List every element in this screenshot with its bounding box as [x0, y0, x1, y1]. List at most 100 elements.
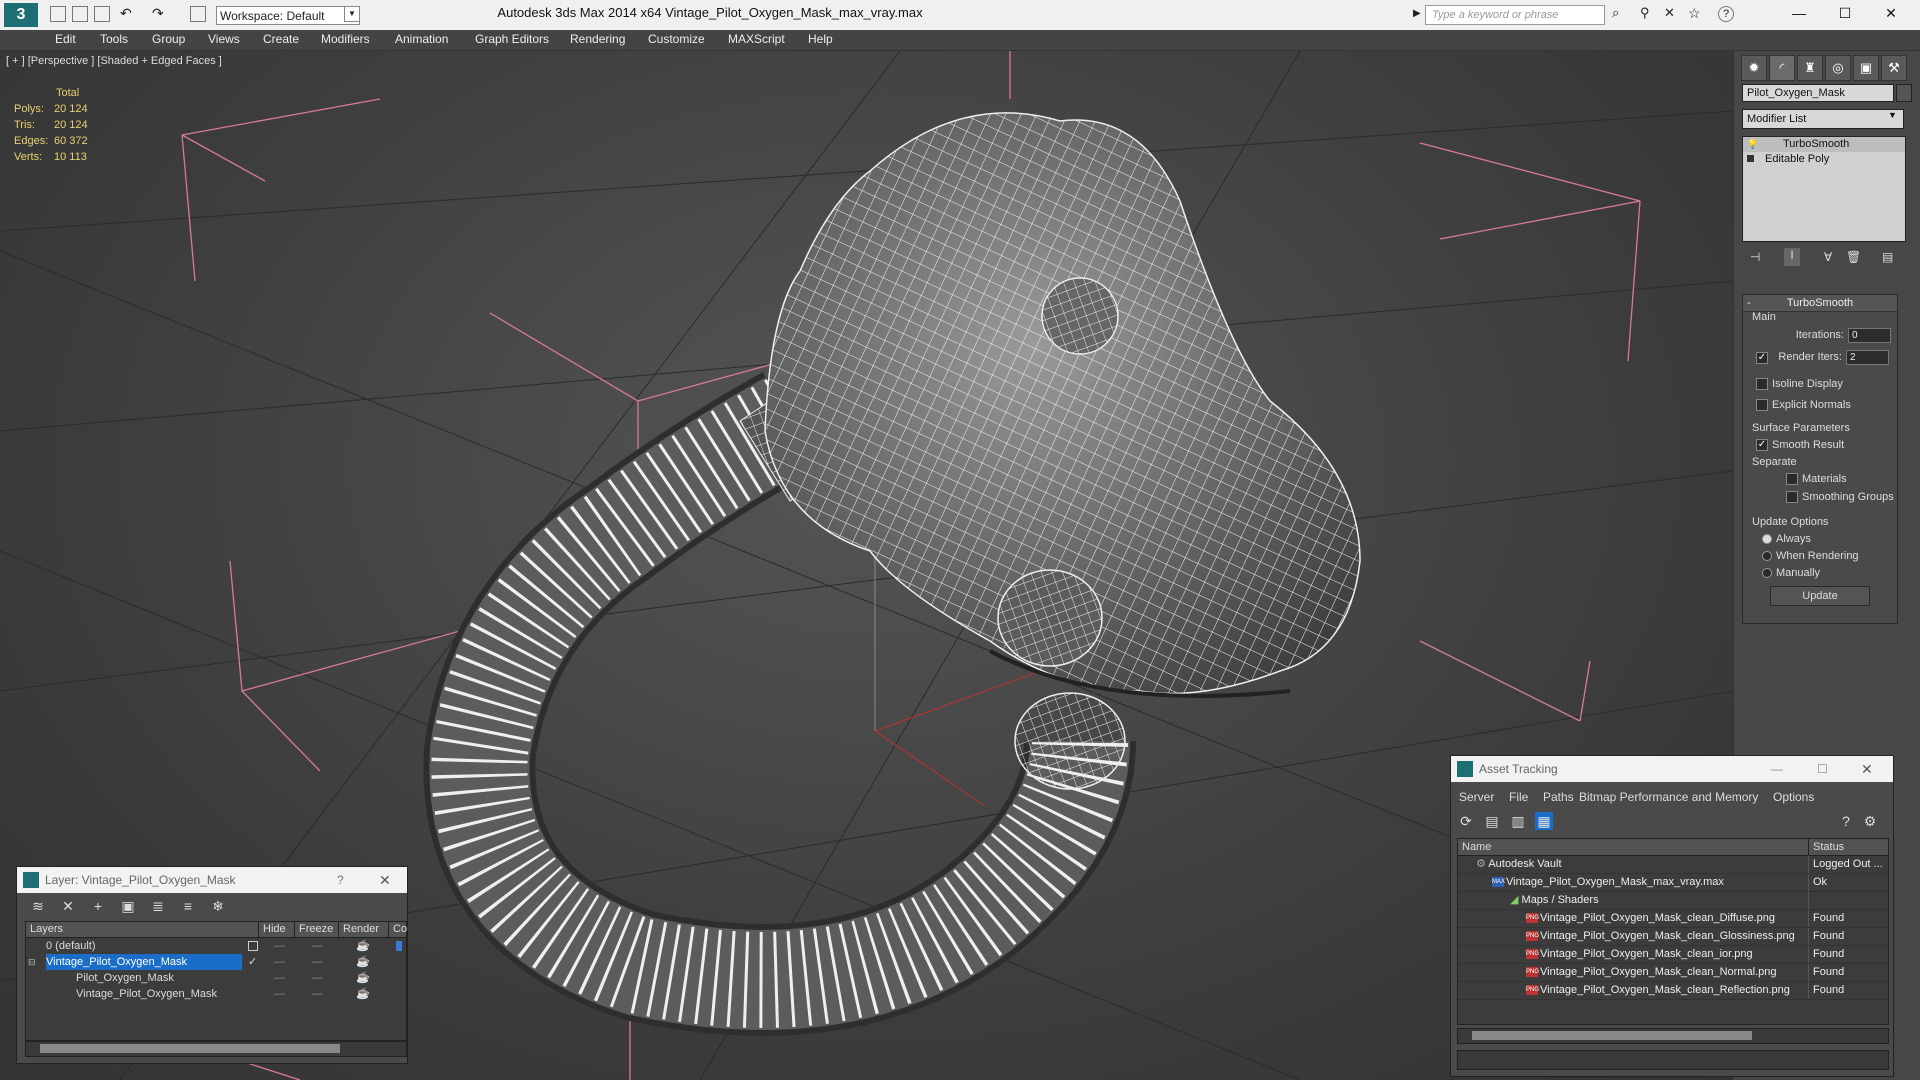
create-layer-icon[interactable]: ≋ [29, 897, 47, 915]
current-layer-icon[interactable] [248, 941, 258, 951]
col-color[interactable]: Co [388, 922, 407, 937]
smoothing-groups-checkbox[interactable]: Smoothing Groups [1786, 491, 1894, 504]
modifier-list-dropdown[interactable]: Modifier List [1742, 109, 1904, 129]
configure-modifier-sets-icon[interactable]: ▤ [1882, 250, 1893, 264]
menu-create[interactable]: Create [263, 32, 299, 46]
smooth-result-checkbox[interactable]: ✓ Smooth Result [1756, 439, 1844, 452]
refresh-icon[interactable]: ⟳ [1457, 812, 1475, 830]
highlight-selected-layer-icon[interactable]: ≣ [149, 897, 167, 915]
asset-row[interactable]: ⚙ Autodesk Vault Logged Out ... [1458, 856, 1888, 874]
menu-animation[interactable]: Animation [395, 32, 448, 46]
list-view-icon[interactable]: ▤ [1483, 812, 1501, 830]
make-unique-icon[interactable]: ∀ [1824, 250, 1832, 264]
scroll-thumb[interactable] [1472, 1031, 1752, 1040]
show-end-result-icon[interactable]: I [1784, 248, 1800, 266]
asset-row[interactable]: PNGVintage_Pilot_Oxygen_Mask_clean_ior.p… [1458, 946, 1888, 964]
asset-maximize-button[interactable]: ☐ [1817, 756, 1828, 782]
explicit-normals-checkbox[interactable]: Explicit Normals [1756, 399, 1851, 412]
when-rendering-radio[interactable]: When Rendering [1762, 550, 1859, 562]
col-freeze[interactable]: Freeze [294, 922, 333, 937]
asset-path-field[interactable] [1457, 1050, 1889, 1070]
stack-item-turbosmooth[interactable]: 💡 TurboSmooth [1743, 137, 1905, 152]
menu-edit[interactable]: Edit [55, 32, 76, 46]
col-status[interactable]: Status [1808, 839, 1844, 855]
asset-menu-options[interactable]: Options [1773, 790, 1814, 804]
render-iters-spinner[interactable]: 2 [1846, 350, 1889, 365]
update-button[interactable]: Update [1770, 586, 1870, 606]
asset-horizontal-scrollbar[interactable] [1457, 1028, 1889, 1044]
create-tab-icon[interactable]: ✹ [1741, 55, 1767, 81]
col-name[interactable]: Name [1462, 839, 1491, 855]
exchange-icon[interactable]: ✕ [1664, 6, 1680, 22]
iterations-spinner[interactable]: 0 [1848, 328, 1891, 343]
delete-layer-icon[interactable]: ✕ [59, 897, 77, 915]
modify-tab-icon[interactable]: ◜ [1769, 55, 1795, 81]
object-color-swatch[interactable] [1896, 84, 1912, 102]
help-icon[interactable]: ? [1718, 6, 1734, 22]
layer-row[interactable]: 0 (default) — — ☕ [26, 938, 406, 954]
col-layers[interactable]: Layers [26, 922, 63, 937]
asset-menu-file[interactable]: File [1509, 790, 1528, 804]
hide-all-layers-icon[interactable]: ≡ [179, 897, 197, 915]
binoculars-icon[interactable]: ⌕ [1612, 6, 1628, 22]
layer-row[interactable]: Pilot_Oxygen_Mask — — ☕ [26, 970, 406, 986]
menu-graph-editors[interactable]: Graph Editors [475, 32, 549, 46]
col-hide[interactable]: Hide [258, 922, 286, 937]
asset-row[interactable]: MAXVintage_Pilot_Oxygen_Mask_max_vray.ma… [1458, 874, 1888, 892]
scroll-thumb[interactable] [40, 1044, 340, 1053]
tree-view-icon[interactable]: ▥ [1509, 812, 1527, 830]
isoline-display-checkbox[interactable]: Isoline Display [1756, 378, 1843, 391]
asset-menu-server[interactable]: Server [1459, 790, 1494, 804]
menu-tools[interactable]: Tools [100, 32, 128, 46]
asset-help-icon[interactable]: ? [1837, 812, 1855, 830]
maximize-button[interactable]: ☐ [1822, 0, 1868, 26]
favorites-star-icon[interactable]: ☆ [1688, 6, 1704, 22]
active-layer-check-icon[interactable]: ✓ [248, 954, 257, 970]
menu-modifiers[interactable]: Modifiers [321, 32, 370, 46]
expand-icon[interactable] [1747, 155, 1754, 162]
always-radio[interactable]: Always [1762, 533, 1811, 545]
freeze-all-layers-icon[interactable]: ❄ [209, 897, 227, 915]
menu-maxscript[interactable]: MAXScript [728, 32, 785, 46]
table-view-icon[interactable]: ▦ [1535, 812, 1553, 830]
display-tab-icon[interactable]: ▣ [1853, 55, 1879, 81]
materials-checkbox[interactable]: Materials [1786, 473, 1847, 486]
add-to-layer-icon[interactable]: + [89, 897, 107, 915]
minimize-button[interactable]: — [1776, 0, 1822, 26]
asset-menu-bitmap-performance[interactable]: Bitmap Performance and Memory [1579, 790, 1758, 804]
layer-help-icon[interactable]: ? [337, 867, 344, 893]
menu-customize[interactable]: Customize [648, 32, 705, 46]
manually-radio[interactable]: Manually [1762, 567, 1820, 579]
render-iters-checkbox[interactable]: ✓ [1756, 351, 1768, 364]
motion-tab-icon[interactable]: ◎ [1825, 55, 1851, 81]
asset-row[interactable]: PNGVintage_Pilot_Oxygen_Mask_clean_Refle… [1458, 982, 1888, 1000]
viewport-label[interactable]: [ + ] [Perspective ] [Shaded + Edged Fac… [6, 55, 222, 67]
asset-close-button[interactable]: ✕ [1861, 756, 1873, 782]
layer-horizontal-scrollbar[interactable] [25, 1041, 407, 1057]
hierarchy-tab-icon[interactable]: ♜ [1797, 55, 1823, 81]
asset-minimize-button[interactable]: — [1771, 756, 1783, 782]
menu-help[interactable]: Help [808, 32, 833, 46]
select-objects-in-layer-icon[interactable]: ▣ [119, 897, 137, 915]
layer-row[interactable]: Vintage_Pilot_Oxygen_Mask — — ☕ [26, 986, 406, 1002]
stack-item-editable-poly[interactable]: Editable Poly [1743, 152, 1905, 167]
asset-menu-paths[interactable]: Paths [1543, 790, 1574, 804]
communication-center-icon[interactable]: ⚲ [1640, 6, 1656, 22]
rollout-title[interactable]: - TurboSmooth [1743, 295, 1897, 312]
asset-row[interactable]: ◢ Maps / Shaders [1458, 892, 1888, 910]
lightbulb-icon[interactable]: 💡 [1747, 137, 1758, 152]
layer-row[interactable]: ⊟ Vintage_Pilot_Oxygen_Mask ✓ — — ☕ [26, 954, 406, 970]
asset-row[interactable]: PNGVintage_Pilot_Oxygen_Mask_clean_Diffu… [1458, 910, 1888, 928]
asset-options-icon[interactable]: ⚙ [1861, 812, 1879, 830]
pin-stack-icon[interactable]: ⊣ [1750, 250, 1760, 264]
search-input[interactable]: Type a keyword or phrase [1425, 5, 1605, 25]
modifier-list-chevron-down-icon[interactable]: ▼ [1888, 110, 1897, 120]
asset-row[interactable]: PNGVintage_Pilot_Oxygen_Mask_clean_Gloss… [1458, 928, 1888, 946]
col-render[interactable]: Render [338, 922, 379, 937]
menu-group[interactable]: Group [152, 32, 185, 46]
object-name-field[interactable]: Pilot_Oxygen_Mask [1742, 84, 1894, 102]
layer-color-swatch[interactable] [396, 941, 402, 951]
layer-close-icon[interactable]: ✕ [379, 867, 391, 893]
menu-rendering[interactable]: Rendering [570, 32, 625, 46]
asset-row[interactable]: PNGVintage_Pilot_Oxygen_Mask_clean_Norma… [1458, 964, 1888, 982]
